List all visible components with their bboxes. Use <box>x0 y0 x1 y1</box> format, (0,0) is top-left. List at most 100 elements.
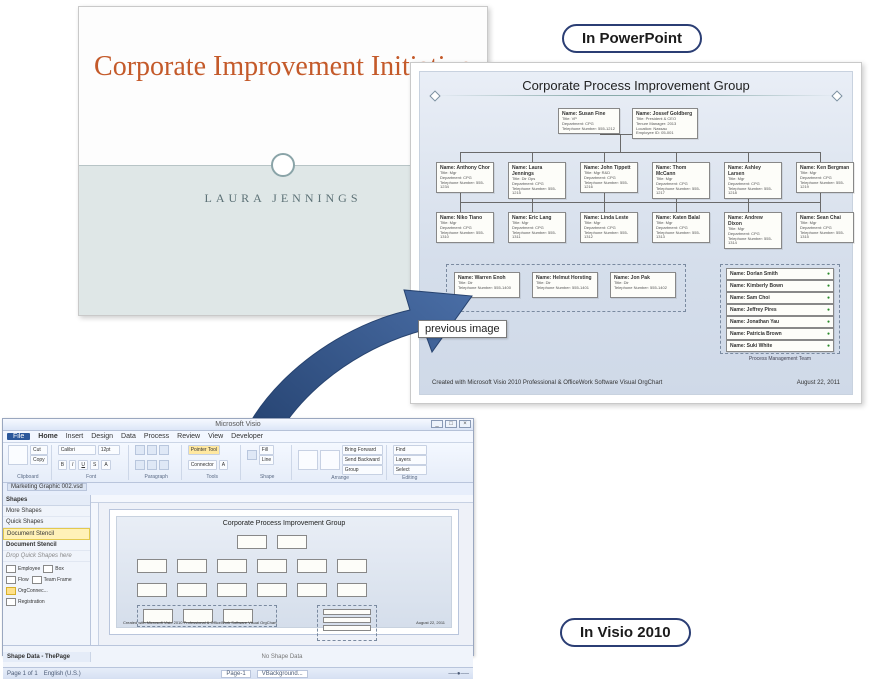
visio-doc-tab[interactable]: Marketing Graphic 002.vsd <box>7 483 87 491</box>
zoom-slider-icon[interactable]: ──●── <box>448 671 469 677</box>
group-button[interactable]: Group <box>342 465 383 475</box>
align-center-icon[interactable] <box>147 445 157 455</box>
ribbon-label: Clipboard <box>8 474 48 480</box>
ribbon-label: Arrange <box>298 475 383 481</box>
stencil-item[interactable]: Team Frame <box>32 576 72 584</box>
font-size-select[interactable]: 12pt <box>98 445 120 455</box>
ribbon-label: Tools <box>188 474 237 480</box>
shape-data-header: Shape Data - ThePage <box>3 652 91 662</box>
team-group-label: Process Management Team <box>720 356 840 362</box>
auto-align-button[interactable] <box>298 450 318 470</box>
text-tool-button[interactable]: A <box>219 460 228 470</box>
maximize-icon[interactable]: □ <box>445 420 457 428</box>
tab-design[interactable]: Design <box>91 433 113 440</box>
org-team-item: Name: Dorlan Smith ● <box>726 268 834 280</box>
ribbon-paragraph: Paragraph <box>132 445 182 480</box>
shapes-header: Shapes <box>3 495 90 506</box>
visio-window: Microsoft Visio _ □ × File Home Insert D… <box>2 418 474 656</box>
stencil-item[interactable]: Registration <box>6 598 45 606</box>
ring-icon <box>271 153 295 177</box>
tab-home[interactable]: Home <box>38 433 57 440</box>
org-box: Name: Niko TianoTitle: MgrDepartment: CP… <box>436 212 494 243</box>
font-family-select[interactable]: Calibri <box>58 445 96 455</box>
fill-button[interactable]: Fill <box>259 445 274 455</box>
background-tab[interactable]: VBackground... <box>257 670 308 678</box>
bullets-icon[interactable] <box>135 460 145 470</box>
visio-org-title: Corporate Process Improvement Group <box>117 517 451 530</box>
paste-button[interactable] <box>8 445 28 465</box>
bold-button[interactable]: B <box>58 460 67 470</box>
org-line: Telephone Number: 555-1212 <box>562 127 616 132</box>
line-button[interactable]: Line <box>259 455 274 465</box>
more-shapes-row[interactable]: More Shapes <box>3 506 90 517</box>
ribbon-label: Font <box>58 474 125 480</box>
font-color-button[interactable]: A <box>101 460 110 470</box>
pointer-tool-button[interactable]: Pointer Tool <box>188 445 220 455</box>
org-box: Name: Susan Fine Title: VP Department: C… <box>558 108 620 134</box>
indent-icon[interactable] <box>147 460 157 470</box>
ribbon-font: Calibri 12pt B I U S A Font <box>55 445 129 480</box>
send-backward-button[interactable]: Send Backward <box>342 455 383 465</box>
label-in-powerpoint: In PowerPoint <box>562 24 702 53</box>
minimize-icon[interactable]: _ <box>431 420 443 428</box>
visio-page[interactable]: Corporate Process Improvement Group <box>109 509 459 635</box>
org-box: Name: Laura JenningsTitle: Dir OpsDepart… <box>508 162 566 199</box>
visio-canvas[interactable]: Corporate Process Improvement Group <box>91 495 473 645</box>
copy-button[interactable]: Copy <box>30 455 48 465</box>
stencil-item[interactable]: Flow <box>6 576 29 584</box>
layers-button[interactable]: Layers <box>393 455 427 465</box>
tab-review[interactable]: Review <box>177 433 200 440</box>
tab-process[interactable]: Process <box>144 433 169 440</box>
tab-view[interactable]: View <box>208 433 223 440</box>
quick-shapes-row[interactable]: Quick Shapes <box>3 517 90 528</box>
tab-data[interactable]: Data <box>121 433 136 440</box>
visio-created-with: Created with Microsoft Visio 2010 Profes… <box>123 620 277 625</box>
status-lang: English (U.S.) <box>44 671 81 677</box>
page-tab[interactable]: Page-1 <box>221 670 250 678</box>
find-button[interactable]: Find <box>393 445 427 455</box>
align-right-icon[interactable] <box>159 445 169 455</box>
close-icon[interactable]: × <box>459 420 471 428</box>
visio-ribbon-tabs: File Home Insert Design Data Process Rev… <box>3 431 473 443</box>
org-box: Name: Helmut HorstingTitle: DirTelephone… <box>532 272 598 298</box>
bring-forward-button[interactable]: Bring Forward <box>342 445 383 455</box>
ruler-horizontal <box>91 495 473 503</box>
ruler-vertical <box>91 503 99 645</box>
visio-date: August 22, 2011 <box>416 620 445 625</box>
stencil-item[interactable]: Box <box>43 565 64 573</box>
align-left-icon[interactable] <box>135 445 145 455</box>
italic-button[interactable]: I <box>69 460 76 470</box>
org-box: Name: Linda LesteTitle: MgrDepartment: C… <box>580 212 638 243</box>
org-box: Name: John TippettTitle: Mgr R&DDepartme… <box>580 162 638 193</box>
stencil-label: OrgConnec... <box>18 588 48 594</box>
stencil-item[interactable]: Employee <box>6 565 40 573</box>
position-button[interactable] <box>320 450 340 470</box>
stencil-item[interactable]: OrgConnec... <box>6 587 48 595</box>
select-button[interactable]: Select <box>393 465 427 475</box>
org-team-item: Name: Jonathan Yau ● <box>726 316 834 328</box>
tab-insert[interactable]: Insert <box>66 433 84 440</box>
org-box: Name: Sean ChaiTitle: MgrDepartment: CPG… <box>796 212 854 243</box>
connector-button[interactable]: Connector <box>188 460 217 470</box>
org-box: Name: Jossef Goldberg Title: President &… <box>632 108 698 139</box>
org-box: Name: Katen BalalTitle: MgrDepartment: C… <box>652 212 710 243</box>
ribbon-label: Paragraph <box>135 474 178 480</box>
tab-file[interactable]: File <box>7 433 30 440</box>
outdent-icon[interactable] <box>159 460 169 470</box>
shape-data-pane: Shape Data - ThePage No Shape Data <box>3 645 473 667</box>
visio-org-canvas: Corporate Process Improvement Group <box>116 516 452 628</box>
org-team-item: Name: Jeffrey Pires ● <box>726 304 834 316</box>
visio-ribbon: Cut Copy Clipboard Calibri 12pt B I U S … <box>3 443 473 483</box>
ribbon-clipboard: Cut Copy Clipboard <box>5 445 52 480</box>
cut-button[interactable]: Cut <box>30 445 48 455</box>
underline-button[interactable]: U <box>78 460 88 470</box>
ribbon-shape: Fill Line Shape <box>244 445 292 480</box>
drop-hint: Drop Quick Shapes here <box>3 551 90 562</box>
shape-style-icon[interactable] <box>247 450 257 460</box>
org-divider-icon <box>434 95 838 96</box>
tooltip-previous-image: previous image <box>418 320 507 338</box>
document-stencil-row[interactable]: Document Stencil <box>3 528 90 540</box>
strike-button[interactable]: S <box>90 460 99 470</box>
tab-developer[interactable]: Developer <box>231 433 263 440</box>
label-in-visio: In Visio 2010 <box>560 618 691 647</box>
